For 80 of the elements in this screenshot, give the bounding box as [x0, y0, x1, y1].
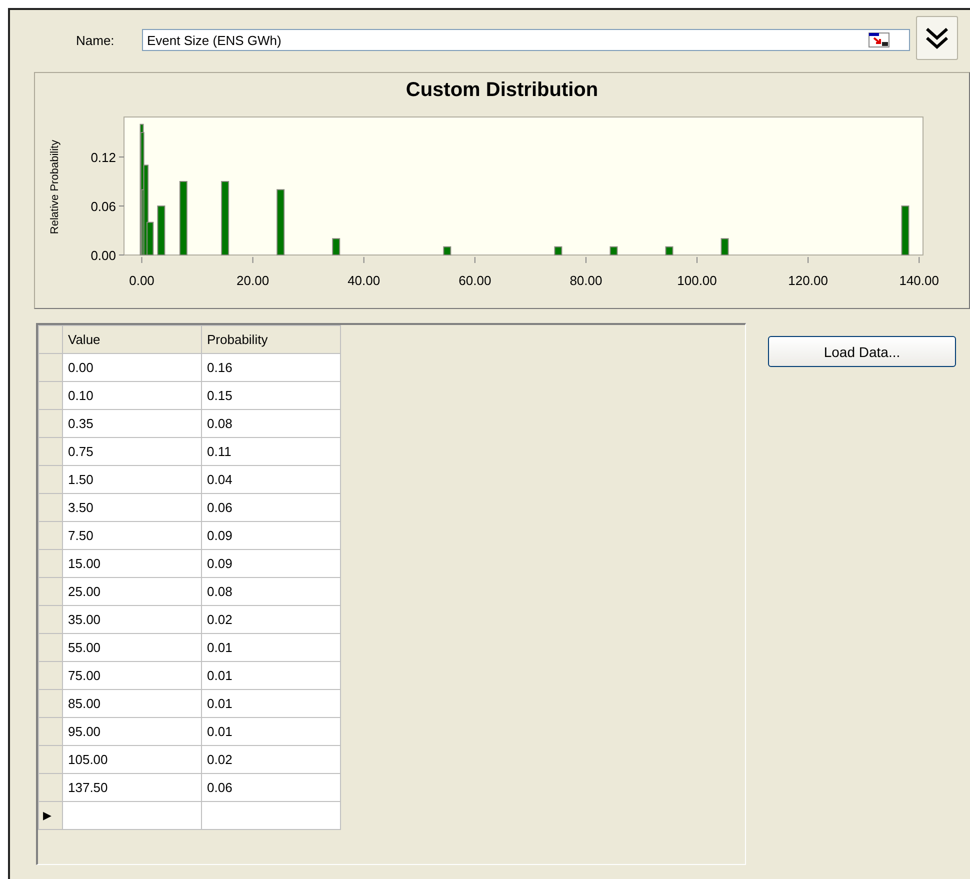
row-header[interactable]: [38, 466, 62, 494]
table-cell: 7.50: [62, 522, 202, 550]
x-tick-label: 80.00: [570, 273, 602, 288]
y-tick-label: 0.00: [90, 248, 116, 263]
table-cell: 105.00: [62, 746, 202, 774]
table-cell: 1.50: [62, 466, 202, 494]
table-cell: 0.09: [202, 550, 340, 578]
table-cell: 15.00: [62, 550, 202, 578]
table-cell: 0.01: [202, 634, 340, 662]
row-header[interactable]: [38, 578, 62, 606]
table-cell: 0.08: [202, 410, 340, 438]
new-row-marker[interactable]: ▶: [38, 802, 62, 830]
table-cell: 0.06: [202, 774, 340, 802]
x-tick-label: 60.00: [458, 273, 492, 288]
row-header[interactable]: [38, 690, 62, 718]
row-header[interactable]: [38, 746, 62, 774]
row-header[interactable]: [38, 774, 62, 802]
table-cell[interactable]: [202, 802, 340, 830]
row-header: [38, 326, 62, 354]
table-cell: 0.09: [202, 522, 340, 550]
table-cell: 137.50: [62, 774, 202, 802]
table-cell: 0.35: [62, 410, 202, 438]
x-tick-label: 100.00: [677, 273, 717, 288]
table-cell: 0.15: [202, 382, 340, 410]
table-cell: 25.00: [62, 578, 202, 606]
table-cell: 0.10: [62, 382, 202, 410]
bar: [332, 238, 340, 256]
table-cell: 3.50: [62, 494, 202, 522]
row-header[interactable]: [38, 550, 62, 578]
table-cell: 0.01: [202, 690, 340, 718]
bar: [443, 246, 452, 256]
bar: [554, 246, 562, 256]
bar: [665, 246, 674, 256]
table-cell: 0.08: [202, 578, 340, 606]
y-tick-label: 0.06: [90, 199, 116, 214]
column-header[interactable]: Probability: [202, 326, 340, 354]
row-header[interactable]: [38, 494, 62, 522]
table-cell: 0.11: [202, 438, 340, 466]
row-header[interactable]: [38, 354, 62, 382]
table-cell: 95.00: [62, 718, 202, 746]
x-tick-label: 0.00: [129, 273, 154, 288]
collapse-button[interactable]: [916, 16, 958, 60]
row-header[interactable]: [38, 662, 62, 690]
row-header[interactable]: [38, 634, 62, 662]
row-header[interactable]: [38, 522, 62, 550]
row-header[interactable]: [38, 718, 62, 746]
table-cell: 0.01: [202, 718, 340, 746]
table-cell: 0.02: [202, 606, 340, 634]
table-cell: 0.75: [62, 438, 202, 466]
chart-title: Custom Distribution: [406, 79, 598, 102]
table-cell: 75.00: [62, 662, 202, 690]
bar: [276, 189, 285, 256]
table-cell: 0.06: [202, 494, 340, 522]
table-cell: 35.00: [62, 606, 202, 634]
table-cell: 0.00: [62, 354, 202, 382]
name-field[interactable]: Event Size (ENS GWh): [142, 29, 910, 51]
table-cell[interactable]: [62, 802, 202, 830]
y-axis-label: Relative Probability: [49, 140, 61, 234]
bar: [901, 206, 910, 256]
name-label: Name:: [76, 32, 116, 48]
table-cell: 0.02: [202, 746, 340, 774]
table-cell: 55.00: [62, 634, 202, 662]
x-tick-label: 20.00: [236, 273, 270, 288]
bar: [157, 206, 166, 256]
x-tick-label: 120.00: [788, 273, 828, 288]
table-cell: 0.16: [202, 354, 340, 382]
row-header[interactable]: [38, 410, 62, 438]
table-cell: 85.00: [62, 690, 202, 718]
x-tick-label: 40.00: [348, 273, 380, 288]
bar: [720, 238, 729, 256]
row-header[interactable]: [38, 606, 62, 634]
x-tick-label: 140.00: [899, 273, 939, 288]
table-cell: 0.01: [202, 662, 340, 690]
load-data-button[interactable]: Load Data...: [768, 336, 956, 367]
row-header[interactable]: [38, 382, 62, 410]
y-tick-label: 0.12: [90, 150, 116, 165]
bar: [610, 246, 618, 256]
row-header[interactable]: [38, 438, 62, 466]
column-header[interactable]: Value: [62, 326, 202, 354]
table-cell: 0.04: [202, 466, 340, 494]
